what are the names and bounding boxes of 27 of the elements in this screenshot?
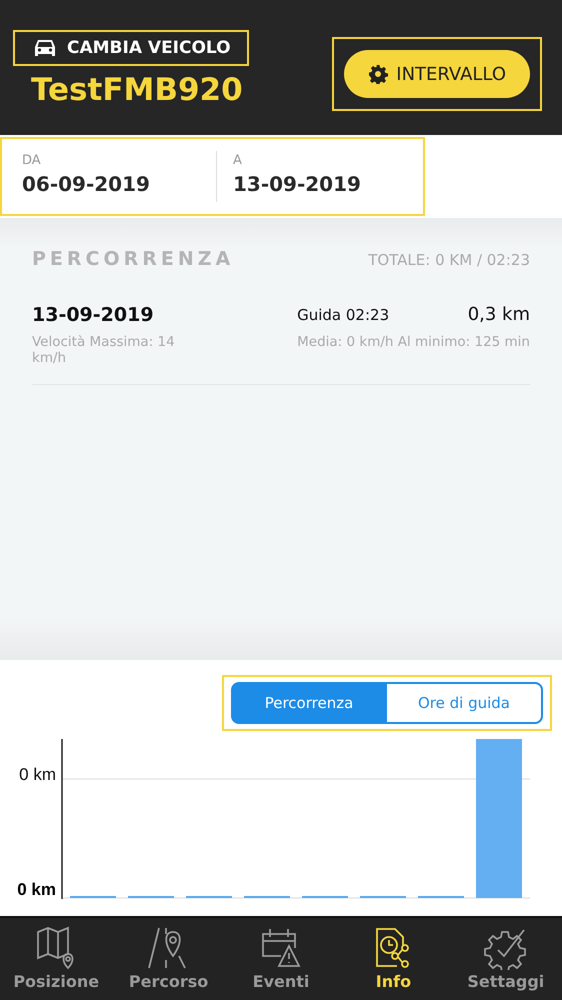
chart-toggle-tab[interactable]: Ore di guida: [387, 682, 543, 724]
car-icon: [33, 38, 57, 58]
nav-tab[interactable]: Posizione: [0, 918, 112, 1000]
change-vehicle-button[interactable]: CAMBIA VEICOLO: [13, 30, 249, 66]
total-summary: TOTALE: 0 KM / 02:23: [368, 251, 530, 269]
date-value: 13-09-2019: [233, 172, 362, 196]
date-value: 06-09-2019: [22, 172, 151, 196]
trip-details: Media: 0 km/h Al minimo: 125 min: [297, 334, 530, 352]
driving-time: Guida 02:23: [297, 306, 390, 324]
nav-tab[interactable]: Info: [337, 918, 450, 1000]
calendar-warning-icon: [259, 926, 304, 970]
date-label: A: [233, 153, 243, 168]
nav-tab[interactable]: Percorso: [112, 918, 225, 1000]
gear-icon: [368, 64, 388, 84]
chart-toggle-tab[interactable]: Percorrenza: [231, 682, 387, 724]
date-range-picker[interactable]: DA 06-09-2019 A 13-09-2019: [0, 137, 425, 216]
trip-date: 13-09-2019: [32, 304, 155, 326]
section-title: PERCORRENZA: [32, 248, 234, 270]
nav-tab[interactable]: Settaggi: [450, 918, 562, 1000]
vehicle-name: TestFMB920: [30, 72, 244, 108]
date-label: DA: [22, 153, 42, 168]
interval-button[interactable]: INTERVALLO: [344, 50, 530, 98]
axis-label: 0 km: [19, 765, 56, 785]
trip-distance: 0,3 km: [466, 304, 530, 326]
nav-tab[interactable]: Eventi: [224, 918, 338, 1000]
axis-label: 0 km: [17, 880, 56, 900]
max-speed: Velocità Massima: 14 km/h: [32, 334, 176, 366]
